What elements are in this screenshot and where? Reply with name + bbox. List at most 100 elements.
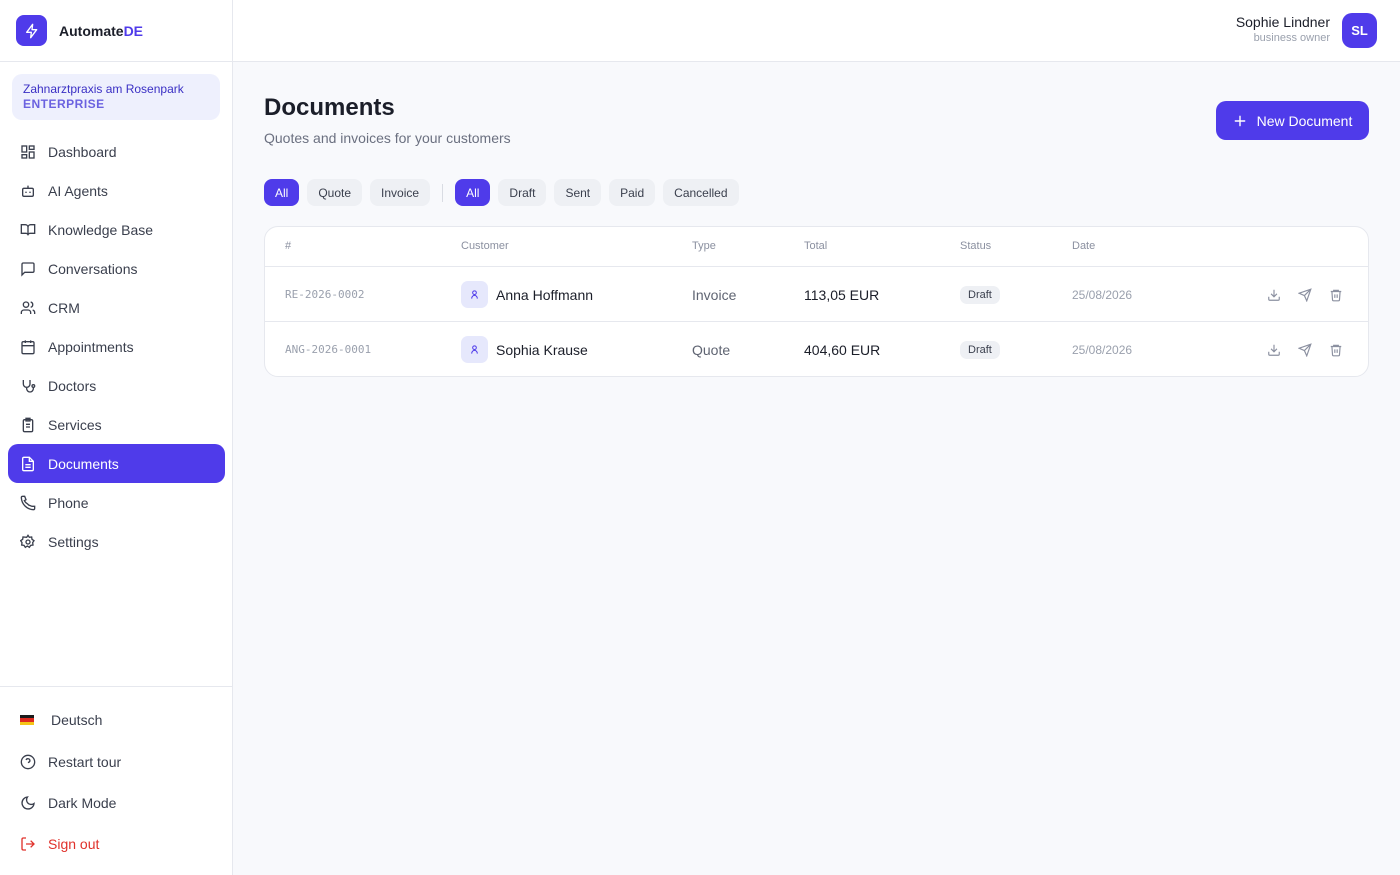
column-header-status: Status [960, 240, 992, 252]
brand-name: AutomateDE [59, 23, 143, 39]
sidebar-item-documents[interactable]: Documents [8, 444, 225, 483]
sidebar-nav: Dashboard AI Agents Knowledge Base Conve… [8, 132, 225, 561]
document-date: 25/08/2026 [1072, 287, 1133, 302]
dark-mode-toggle[interactable]: Dark Mode [20, 795, 116, 811]
dashboard-icon [20, 144, 36, 160]
user-name: Sophie Lindner [1235, 14, 1330, 30]
lightning-icon [16, 15, 47, 46]
customer-cell: Anna Hoffmann [461, 267, 593, 322]
column-header-date: Date [1072, 240, 1096, 252]
brand: AutomateDE [0, 0, 232, 62]
filter-type-quote[interactable]: Quote [307, 179, 363, 206]
document-total: 404,60 EUR [804, 341, 881, 358]
sidebar-item-dashboard[interactable]: Dashboard [8, 132, 225, 171]
sidebar-item-phone[interactable]: Phone [8, 483, 225, 522]
organization-card[interactable]: Zahnarztpraxis am Rosenpark ENTERPRISE [12, 74, 220, 120]
document-type: Quote [692, 341, 731, 358]
filter-bar: All Quote Invoice All Draft Sent Paid Ca… [264, 179, 747, 206]
stethoscope-icon [20, 378, 36, 394]
filter-status-draft[interactable]: Draft [498, 179, 547, 206]
download-icon[interactable] [1266, 287, 1282, 303]
bot-icon [20, 183, 36, 199]
filter-type-all[interactable]: All [264, 179, 300, 206]
organization-name: Zahnarztpraxis am Rosenpark [23, 82, 184, 96]
user-icon [461, 281, 488, 308]
sidebar-item-label: Doctors [48, 377, 97, 394]
document-total: 113,05 EUR [804, 286, 880, 303]
sidebar-item-settings[interactable]: Settings [8, 522, 225, 561]
sidebar-item-label: Phone [48, 494, 89, 511]
document-icon [20, 456, 36, 472]
restart-tour-button[interactable]: Restart tour [20, 754, 121, 770]
document-date: 25/08/2026 [1072, 342, 1133, 357]
logout-icon [20, 836, 36, 852]
send-icon[interactable] [1297, 342, 1313, 358]
filter-divider [442, 183, 444, 202]
sign-out-button[interactable]: Sign out [20, 836, 99, 852]
avatar[interactable]: SL [1342, 13, 1377, 48]
status-badge: Draft [960, 285, 1000, 304]
customer-name: Anna Hoffmann [496, 286, 594, 303]
status-cell: Draft [960, 267, 1000, 322]
filter-status-all[interactable]: All [455, 179, 491, 206]
organization-plan: ENTERPRISE [23, 97, 105, 111]
status-badge: Draft [960, 340, 1000, 359]
trash-icon[interactable] [1328, 287, 1344, 303]
moon-icon [20, 795, 36, 811]
sidebar-item-crm[interactable]: CRM [8, 288, 225, 327]
phone-icon [20, 495, 36, 511]
filter-status-cancelled[interactable]: Cancelled [663, 179, 739, 206]
sign-out-label: Sign out [48, 836, 100, 852]
users-icon [20, 300, 36, 316]
sidebar-item-doctors[interactable]: Doctors [8, 366, 225, 405]
sidebar-item-knowledge-base[interactable]: Knowledge Base [8, 210, 225, 249]
sidebar-item-appointments[interactable]: Appointments [8, 327, 225, 366]
brand-name-text: Automate [59, 22, 124, 39]
page-subtitle: Quotes and invoices for your customers [264, 130, 511, 146]
user-role: business owner [1253, 32, 1330, 44]
plus-icon [1233, 114, 1247, 128]
sidebar-item-label: Dashboard [48, 143, 117, 160]
document-number: RE-2026-0002 [285, 288, 365, 301]
gear-icon [20, 533, 36, 550]
topbar: Sophie Lindner business owner SL [233, 0, 1400, 62]
table-header: # Customer Type Total Status Date [265, 227, 1368, 267]
user-icon [461, 336, 488, 363]
status-cell: Draft [960, 322, 1000, 376]
language-label: Deutsch [51, 712, 103, 728]
customer-cell: Sophia Krause [461, 322, 588, 376]
trash-icon[interactable] [1328, 342, 1344, 358]
filter-type-invoice[interactable]: Invoice [370, 179, 431, 206]
documents-table: # Customer Type Total Status Date RE-202… [264, 226, 1369, 377]
sidebar-item-ai-agents[interactable]: AI Agents [8, 171, 225, 210]
row-actions [1266, 267, 1344, 322]
column-header-number: # [285, 240, 292, 252]
sidebar-footer [0, 686, 232, 687]
download-icon[interactable] [1266, 342, 1282, 358]
clipboard-icon [20, 417, 36, 433]
sidebar-item-label: Knowledge Base [48, 221, 154, 238]
document-type: Invoice [692, 286, 737, 303]
send-icon[interactable] [1297, 287, 1313, 303]
restart-tour-label: Restart tour [48, 754, 122, 770]
help-circle-icon [20, 754, 36, 770]
brand-name-accent: DE [123, 22, 144, 39]
calendar-icon [20, 339, 36, 355]
filter-status-paid[interactable]: Paid [609, 179, 656, 206]
column-header-customer: Customer [461, 240, 509, 252]
sidebar-item-label: Settings [48, 533, 99, 550]
table-row[interactable]: RE-2026-0002 Anna Hoffmann Invoice 113,0… [265, 267, 1368, 322]
filter-status-sent[interactable]: Sent [554, 179, 602, 206]
language-selector[interactable]: Deutsch [20, 712, 102, 728]
sidebar-item-conversations[interactable]: Conversations [8, 249, 225, 288]
user-info: Sophie Lindner business owner [1236, 14, 1330, 46]
dark-mode-label: Dark Mode [48, 795, 117, 811]
sidebar-item-services[interactable]: Services [8, 405, 225, 444]
german-flag-icon [20, 715, 34, 725]
sidebar-item-label: AI Agents [48, 182, 108, 199]
sidebar-item-label: Conversations [48, 260, 138, 277]
new-document-label: New Document [1256, 112, 1353, 129]
sidebar-item-label: Services [48, 416, 102, 433]
table-row[interactable]: ANG-2026-0001 Sophia Krause Quote 404,60… [265, 322, 1368, 376]
new-document-button[interactable]: New Document [1216, 101, 1369, 140]
